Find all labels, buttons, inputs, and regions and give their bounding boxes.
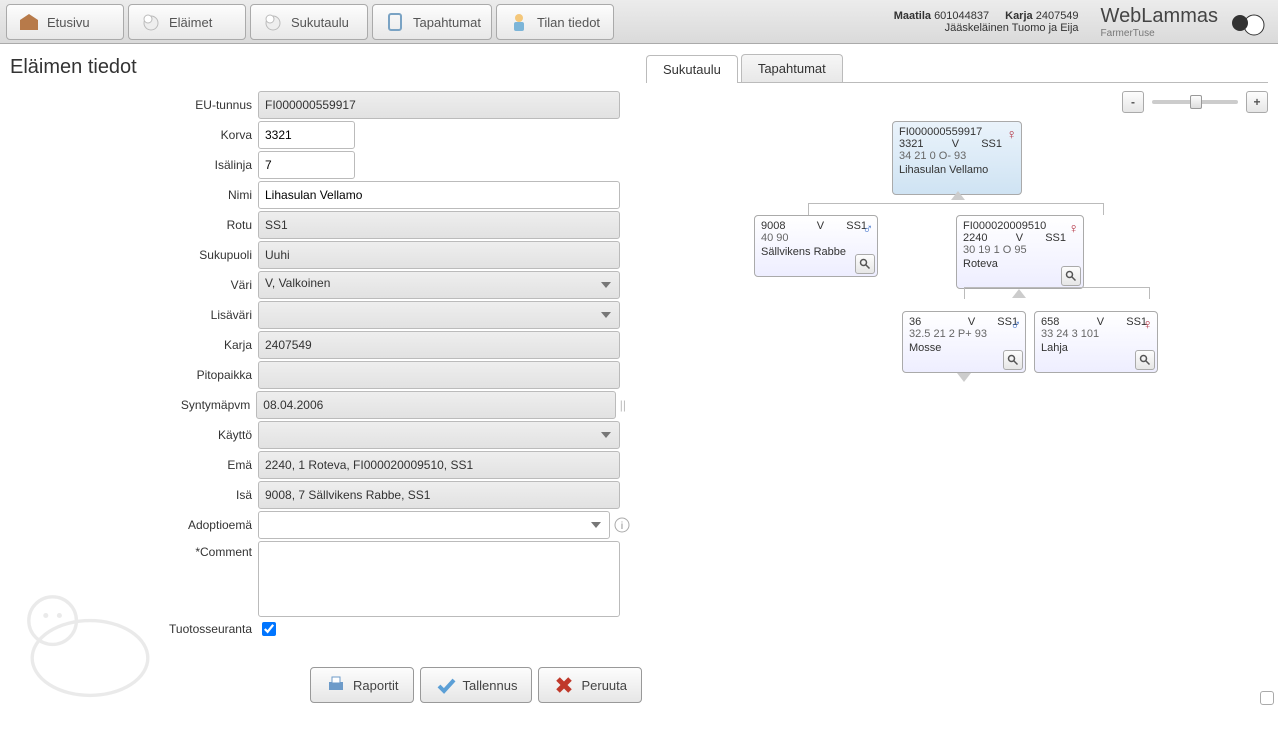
pedigree-chart: ♀ FI000000559917 3321 V SS1 34 21 0 O- 9… — [646, 117, 1268, 537]
help-icon[interactable]: i — [614, 517, 630, 533]
name-field[interactable] — [258, 181, 620, 209]
x-icon — [553, 674, 575, 696]
zoom-slider-thumb[interactable] — [1190, 95, 1202, 109]
dam-field[interactable] — [258, 451, 620, 479]
pedigree-node-dam[interactable]: ♀ FI000020009510 2240 V SS1 30 19 1 O 95… — [956, 215, 1084, 289]
breed-field[interactable] — [258, 211, 620, 239]
expand-up-icon[interactable] — [951, 191, 965, 200]
right-tab-events[interactable]: Tapahtumat — [741, 54, 843, 82]
zoom-slider[interactable] — [1152, 100, 1238, 104]
sex-field[interactable] — [258, 241, 620, 269]
cancel-button[interactable]: Peruuta — [538, 667, 642, 703]
logo-icon — [1226, 5, 1268, 39]
zoom-out-button[interactable]: - — [1122, 91, 1144, 113]
tab-events[interactable]: Tapahtumat — [372, 4, 492, 40]
birthdate-field[interactable] — [256, 391, 616, 419]
eu-id-field[interactable] — [258, 91, 620, 119]
male-icon: ♂ — [1011, 316, 1022, 332]
tab-label: Tilan tiedot — [537, 15, 600, 30]
sheep-icon — [261, 10, 285, 34]
extra-color-dropdown[interactable] — [258, 301, 620, 329]
tab-animals[interactable]: Eläimet — [128, 4, 246, 40]
page-title: Eläimen tiedot — [10, 56, 630, 79]
comment-field[interactable] — [258, 541, 620, 617]
splitter-handle[interactable]: || — [616, 398, 630, 412]
sheep-icon — [139, 10, 163, 34]
tab-label: Eläimet — [169, 15, 212, 30]
right-tab-pedigree[interactable]: Sukutaulu — [646, 55, 738, 83]
pedigree-node-root[interactable]: ♀ FI000000559917 3321 V SS1 34 21 0 O- 9… — [892, 121, 1022, 195]
magnify-icon[interactable] — [1061, 266, 1081, 286]
location-field[interactable] — [258, 361, 620, 389]
check-icon — [435, 674, 457, 696]
tab-pedigree[interactable]: Sukutaulu — [250, 4, 368, 40]
color-dropdown[interactable]: V, Valkoinen — [258, 271, 620, 299]
brand-title: WebLammas — [1101, 5, 1218, 28]
tab-label: Etusivu — [47, 15, 90, 30]
female-icon: ♀ — [1069, 220, 1080, 236]
tab-label: Tapahtumat — [413, 15, 481, 30]
home-icon — [17, 10, 41, 34]
pedigree-node-mgs[interactable]: ♂ 36 V SS1 32.5 21 2 P+ 93 Mosse — [902, 311, 1026, 373]
male-icon: ♂ — [863, 220, 874, 236]
current-user: FarmerTuse — [1101, 28, 1218, 39]
clipboard-icon — [383, 10, 407, 34]
pedigree-node-mgd[interactable]: ♀ 658 V SS1 33 24 3 101 Lahja — [1034, 311, 1158, 373]
pedigree-node-sire[interactable]: ♂ 9008 V SS1 40 90 Sällvikens Rabbe — [754, 215, 878, 277]
expand-up-icon[interactable] — [1012, 289, 1026, 298]
farmer-icon — [507, 10, 531, 34]
adoption-dam-dropdown[interactable] — [258, 511, 610, 539]
resize-handle-icon[interactable] — [1260, 691, 1274, 705]
tab-home[interactable]: Etusivu — [6, 4, 124, 40]
magnify-icon[interactable] — [1003, 350, 1023, 370]
expand-down-icon[interactable] — [957, 373, 971, 382]
owner-name: Jääskeläinen Tuomo ja Eija — [945, 22, 1079, 34]
tab-label: Sukutaulu — [291, 15, 349, 30]
save-button[interactable]: Tallennus — [420, 667, 533, 703]
ear-number-field[interactable] — [258, 121, 355, 149]
magnify-icon[interactable] — [1135, 350, 1155, 370]
sire-field[interactable] — [258, 481, 620, 509]
tab-farm-info[interactable]: Tilan tiedot — [496, 4, 614, 40]
magnify-icon[interactable] — [855, 254, 875, 274]
herd-field[interactable] — [258, 331, 620, 359]
farm-info-block: Maatila 601044837 Karja 2407549 Jääskelä… — [841, 0, 1091, 43]
female-icon: ♀ — [1007, 126, 1018, 142]
female-icon: ♀ — [1143, 316, 1154, 332]
sire-line-field[interactable] — [258, 151, 355, 179]
zoom-in-button[interactable]: + — [1246, 91, 1268, 113]
printer-icon — [325, 674, 347, 696]
usage-dropdown[interactable] — [258, 421, 620, 449]
reports-button[interactable]: Raportit — [310, 667, 414, 703]
nav-tabs: Etusivu Eläimet Sukutaulu Tapahtumat Til… — [0, 0, 841, 43]
svg-text:i: i — [621, 521, 623, 532]
production-tracking-checkbox[interactable] — [262, 622, 276, 636]
